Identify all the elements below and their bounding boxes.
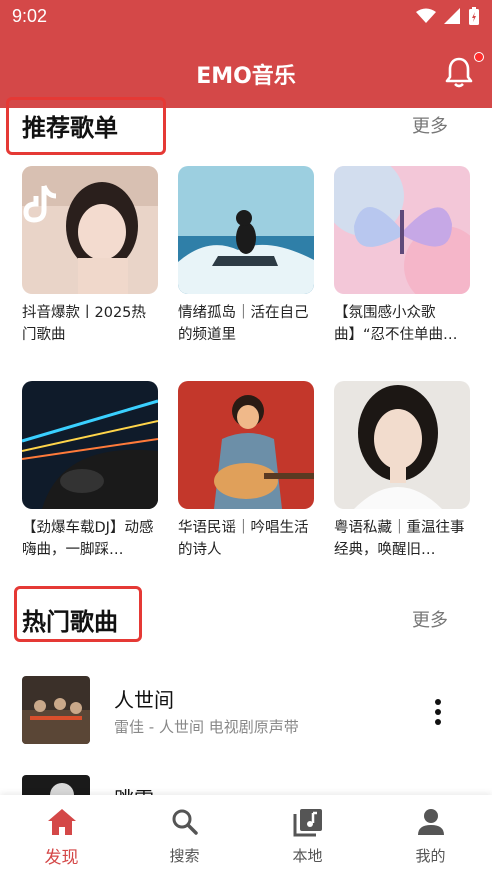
hot-songs-more-link[interactable]: 更多 bbox=[412, 606, 448, 632]
song-row[interactable]: 人世间 雷佳 - 人世间 电视剧原声带 bbox=[22, 676, 472, 746]
person-icon bbox=[417, 809, 444, 835]
playlist-title: 粤语私藏｜重温往事经典，唤醒旧… bbox=[334, 520, 465, 558]
nav-label: 我的 bbox=[415, 847, 446, 865]
playlist-card[interactable]: 【氛围感小众歌曲】“忍不住单曲… bbox=[334, 166, 470, 346]
playlist-title: 抖音爆款丨2025热门歌曲 bbox=[22, 305, 146, 343]
more-options-icon[interactable] bbox=[432, 698, 444, 726]
highlight-box bbox=[6, 97, 166, 155]
search-icon bbox=[172, 809, 198, 835]
signal-icon bbox=[444, 8, 460, 24]
battery-icon bbox=[469, 7, 479, 25]
playlist-card[interactable]: 粤语私藏｜重温往事经典，唤醒旧… bbox=[334, 381, 470, 561]
nav-label: 搜索 bbox=[169, 847, 200, 865]
notification-badge bbox=[474, 52, 484, 62]
status-icons bbox=[416, 6, 480, 26]
home-icon bbox=[47, 809, 76, 835]
nav-search[interactable]: 搜索 bbox=[123, 795, 246, 875]
playlist-cover bbox=[22, 166, 158, 294]
highlight-box bbox=[14, 586, 142, 642]
notification-bell-icon[interactable] bbox=[444, 56, 474, 88]
playlist-cover bbox=[178, 166, 314, 294]
nav-discover[interactable]: 发现 bbox=[0, 795, 123, 875]
status-bar: 9:02 bbox=[0, 0, 492, 34]
playlist-title: 【氛围感小众歌曲】“忍不住单曲… bbox=[334, 305, 458, 343]
music-library-icon bbox=[293, 809, 322, 837]
nav-local[interactable]: 本地 bbox=[246, 795, 369, 875]
song-cover bbox=[22, 676, 90, 744]
playlist-cover bbox=[178, 381, 314, 509]
bottom-navigation: 发现 搜索 本地 我的 bbox=[0, 795, 492, 875]
song-title: 人世间 bbox=[114, 688, 174, 712]
playlist-card[interactable]: 【劲爆车载DJ】动感嗨曲，一脚踩… bbox=[22, 381, 158, 561]
playlist-cover bbox=[22, 381, 158, 509]
app-header: 9:02 EMO音乐 bbox=[0, 0, 492, 108]
playlist-card[interactable]: 情绪孤岛｜活在自己的频道里 bbox=[178, 166, 314, 346]
playlist-title: 【劲爆车载DJ】动感嗨曲，一脚踩… bbox=[22, 520, 154, 558]
app-title: EMO音乐 bbox=[196, 64, 296, 89]
playlist-title: 华语民谣｜吟唱生活的诗人 bbox=[178, 520, 309, 558]
nav-label: 本地 bbox=[292, 847, 323, 865]
playlist-card[interactable]: 华语民谣｜吟唱生活的诗人 bbox=[178, 381, 314, 561]
song-subtitle: 雷佳 - 人世间 电视剧原声带 bbox=[114, 718, 299, 736]
nav-profile[interactable]: 我的 bbox=[369, 795, 492, 875]
playlist-cover bbox=[334, 381, 470, 509]
wifi-icon bbox=[416, 8, 436, 23]
playlist-cover bbox=[334, 166, 470, 294]
recommended-more-link[interactable]: 更多 bbox=[412, 112, 448, 138]
playlist-title: 情绪孤岛｜活在自己的频道里 bbox=[178, 305, 309, 343]
nav-label: 发现 bbox=[44, 848, 79, 868]
status-time: 9:02 bbox=[12, 6, 48, 26]
playlist-card[interactable]: 抖音爆款丨2025热门歌曲 bbox=[22, 166, 158, 346]
